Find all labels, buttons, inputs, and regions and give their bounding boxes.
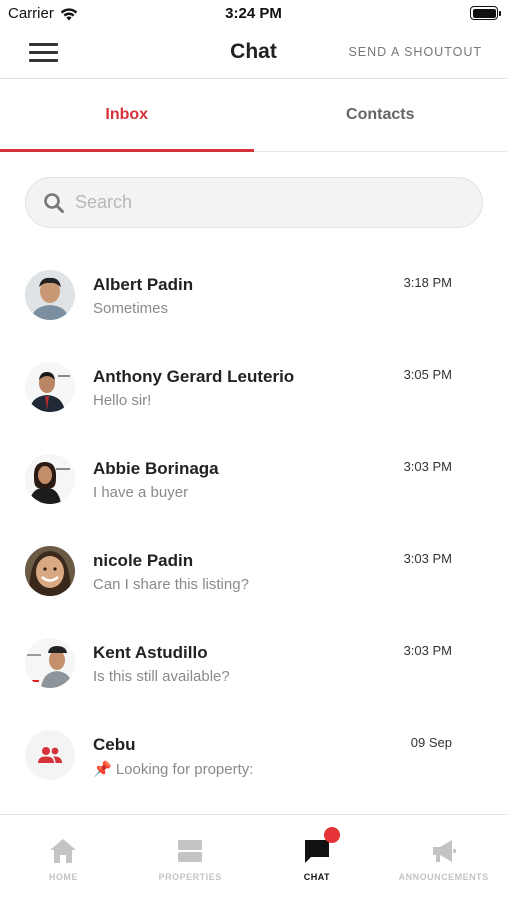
message-time: 3:03 PM	[403, 459, 452, 474]
properties-icon	[178, 840, 203, 862]
message-preview: Can I share this listing?	[93, 576, 249, 593]
avatar	[25, 638, 75, 688]
chat-tabs: Inbox Contacts	[0, 80, 507, 152]
tab-inbox[interactable]: Inbox	[0, 80, 254, 152]
conversation-item[interactable]: nicole Padin Can I share this listing? 3…	[0, 521, 507, 613]
message-time: 09 Sep	[410, 735, 452, 750]
conversation-list: Albert Padin Sometimes 3:18 PM Anthony G…	[0, 245, 507, 797]
tab-properties[interactable]: PROPERTIES	[127, 815, 254, 900]
group-avatar	[25, 730, 75, 780]
contact-name: Anthony Gerard Leuterio	[93, 367, 295, 386]
hamburger-menu-icon[interactable]	[29, 42, 59, 64]
home-icon	[50, 839, 77, 863]
contact-name: Cebu	[93, 735, 136, 754]
message-preview: Hello sir!	[93, 392, 152, 409]
contact-name: nicole Padin	[93, 551, 194, 570]
message-time: 3:18 PM	[403, 275, 452, 290]
avatar	[25, 454, 75, 504]
tab-chat[interactable]: CHAT	[254, 815, 381, 900]
message-preview: 📌 Looking for property:	[93, 761, 254, 778]
message-time: 3:03 PM	[403, 551, 452, 566]
tab-label: HOME	[48, 872, 78, 882]
message-preview: Sometimes	[93, 300, 169, 317]
nav-bar: Chat SEND A SHOUTOUT	[0, 30, 507, 79]
tab-announcements[interactable]: ANNOUNCEMENTS	[380, 815, 507, 900]
contact-name: Albert Padin	[93, 275, 194, 294]
conversation-item[interactable]: Abbie Borinaga I have a buyer 3:03 PM	[0, 429, 507, 521]
bottom-tab-bar: HOME PROPERTIES CHAT ANNOUNCEMENTS	[0, 814, 507, 900]
tab-contacts[interactable]: Contacts	[254, 80, 507, 151]
send-shoutout-button[interactable]: SEND A SHOUTOUT	[348, 45, 482, 59]
tab-label: CHAT	[303, 872, 331, 882]
message-preview: I have a buyer	[93, 484, 189, 501]
search-bar	[25, 177, 483, 228]
search-input[interactable]	[75, 192, 455, 213]
contact-name: Abbie Borinaga	[93, 459, 219, 478]
avatar	[25, 362, 75, 412]
tab-label: PROPERTIES	[158, 872, 222, 882]
clock: 3:24 PM	[225, 5, 282, 22]
message-time: 3:03 PM	[403, 643, 452, 658]
conversation-item[interactable]: Cebu 📌 Looking for property: 09 Sep	[0, 705, 507, 797]
notification-badge	[323, 827, 340, 843]
conversation-item[interactable]: Kent Astudillo Is this still available? …	[0, 613, 507, 705]
group-icon	[38, 747, 62, 763]
avatar	[25, 546, 75, 596]
message-preview: Is this still available?	[93, 668, 230, 685]
message-time: 3:05 PM	[403, 367, 452, 382]
conversation-item[interactable]: Anthony Gerard Leuterio Hello sir! 3:05 …	[0, 337, 507, 429]
tab-home[interactable]: HOME	[0, 815, 127, 900]
conversation-item[interactable]: Albert Padin Sometimes 3:18 PM	[0, 245, 507, 337]
avatar	[25, 270, 75, 320]
tab-label: ANNOUNCEMENTS	[398, 872, 489, 882]
search-icon	[44, 192, 64, 213]
battery-icon	[470, 6, 501, 20]
megaphone-icon	[432, 840, 456, 862]
contact-name: Kent Astudillo	[93, 643, 208, 662]
status-bar: Carrier 3:24 PM	[0, 0, 507, 30]
